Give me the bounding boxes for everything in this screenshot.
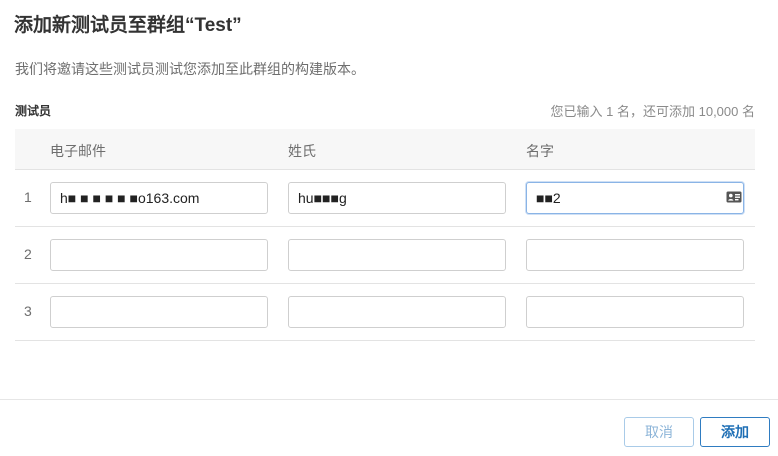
- header-first-name: 名字: [526, 143, 554, 159]
- row-number: 2: [24, 246, 32, 262]
- contact-card-icon[interactable]: [726, 191, 742, 203]
- email-field[interactable]: [50, 182, 268, 214]
- last-name-field[interactable]: [288, 239, 506, 271]
- last-name-field[interactable]: [288, 296, 506, 328]
- table-row: 3: [15, 284, 755, 341]
- row-number: 1: [24, 189, 32, 205]
- first-name-field[interactable]: [526, 239, 744, 271]
- cancel-button[interactable]: 取消: [624, 417, 694, 447]
- table-header: 电子邮件 姓氏 名字: [15, 129, 755, 170]
- tester-count-note: 您已输入 1 名，还可添加 10,000 名: [550, 104, 755, 119]
- dialog-description: 我们将邀请这些测试员测试您添加至此群组的构建版本。: [15, 61, 365, 77]
- testers-table: 电子邮件 姓氏 名字 1 2 3: [15, 129, 755, 341]
- table-row: 2: [15, 227, 755, 284]
- first-name-field[interactable]: [526, 182, 744, 214]
- email-field[interactable]: [50, 296, 268, 328]
- dialog-footer: 取消 添加: [0, 399, 778, 456]
- row-number: 3: [24, 303, 32, 319]
- header-last-name: 姓氏: [288, 143, 316, 159]
- table-row: 1: [15, 170, 755, 227]
- first-name-field[interactable]: [526, 296, 744, 328]
- last-name-field[interactable]: [288, 182, 506, 214]
- dialog-title: 添加新测试员至群组“Test”: [14, 15, 242, 36]
- email-field[interactable]: [50, 239, 268, 271]
- add-testers-dialog: 添加新测试员至群组“Test” 我们将邀请这些测试员测试您添加至此群组的构建版本…: [0, 0, 778, 456]
- header-email: 电子邮件: [50, 143, 106, 159]
- add-button[interactable]: 添加: [700, 417, 770, 447]
- testers-section-label: 测试员: [15, 104, 52, 118]
